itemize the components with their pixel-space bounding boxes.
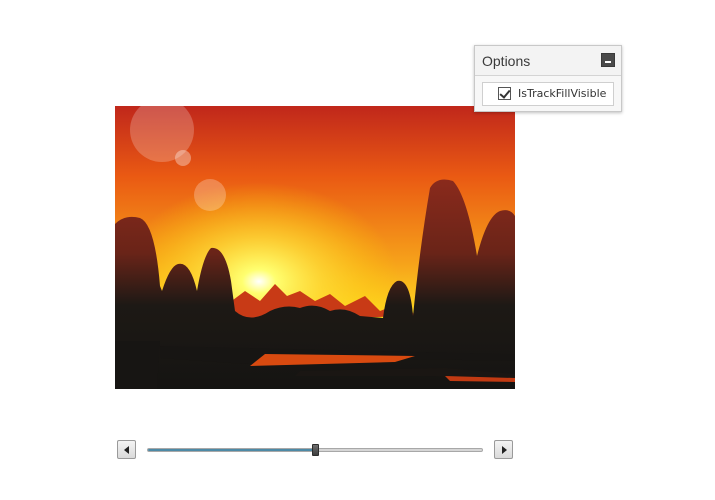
checkbox-checked-icon[interactable] <box>498 87 511 100</box>
slider-decrease-button[interactable] <box>117 440 136 459</box>
sunset-image <box>115 106 515 389</box>
sunset-landscape-illustration <box>115 106 515 389</box>
options-panel: Options IsTrackFillVisible <box>474 45 622 112</box>
slider-increase-button[interactable] <box>494 440 513 459</box>
option-is-track-fill-visible[interactable]: IsTrackFillVisible <box>482 82 614 106</box>
arrow-left-icon <box>124 446 129 454</box>
minimize-icon[interactable] <box>601 53 615 67</box>
options-title: Options <box>482 53 531 69</box>
option-label: IsTrackFillVisible <box>518 87 607 100</box>
slider-track-fill <box>148 449 315 451</box>
options-header: Options <box>475 46 621 76</box>
slider-thumb[interactable] <box>312 444 319 456</box>
slider[interactable] <box>117 440 513 460</box>
arrow-right-icon <box>502 446 507 454</box>
